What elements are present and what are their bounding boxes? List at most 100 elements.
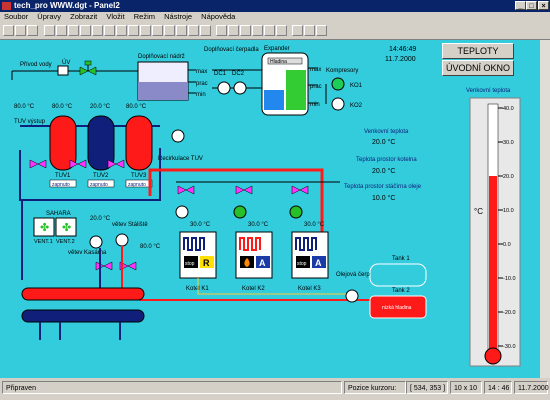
menu-rezim[interactable]: Režim xyxy=(134,12,155,21)
window-title: tech_pro WWW.dgt - Panel2 xyxy=(14,1,120,10)
maximize-button[interactable]: □ xyxy=(526,1,537,10)
uv-label: ÚV xyxy=(62,59,70,66)
tool-icon[interactable] xyxy=(140,25,151,36)
clock-date: 11.7.2000 xyxy=(385,56,416,63)
doplnovaci-nadrz-label: Doplňovací nádrž xyxy=(138,54,185,60)
uv-filter-icon[interactable] xyxy=(57,65,69,76)
pump-dc1-icon[interactable] xyxy=(217,81,231,95)
close-button[interactable]: × xyxy=(538,1,549,10)
recirkulace-pump-icon[interactable] xyxy=(171,129,185,143)
tool-icon[interactable] xyxy=(128,25,139,36)
temp-tuv3: 80.0 °C xyxy=(126,104,147,110)
teploty-button[interactable]: TEPLOTY xyxy=(442,43,514,59)
grid-size: 10 x 10 xyxy=(450,381,482,394)
tool-icon[interactable] xyxy=(276,25,287,36)
tool-icon[interactable] xyxy=(292,25,303,36)
tool-icon[interactable] xyxy=(240,25,251,36)
kotel2-mode: A xyxy=(259,258,266,268)
svg-text:✤: ✤ xyxy=(40,222,49,234)
kotel1-pump-icon[interactable] xyxy=(175,205,189,219)
cursor-position-value: [ 534, 353 ] xyxy=(406,381,448,394)
branch-pump-2-icon[interactable] xyxy=(115,233,129,247)
vent1-label: VENT.1 xyxy=(34,239,53,245)
vetev-stalisko-label: větev Stáliště xyxy=(112,222,148,228)
uvodni-okno-button[interactable]: ÚVODNÍ OKNO xyxy=(442,60,514,76)
branch-valve-1-icon[interactable] xyxy=(95,261,113,271)
menu-bar: Soubor Úpravy Zobrazit Vložit Režim Nást… xyxy=(0,12,550,22)
dc1-label: DČ1 xyxy=(214,70,227,77)
vertical-scrollbar[interactable] xyxy=(540,40,550,378)
tool-icon[interactable] xyxy=(228,25,239,36)
kotel2-valve-icon[interactable] xyxy=(235,185,253,195)
tool-icon[interactable] xyxy=(252,25,263,36)
compressor-ko1-icon[interactable] xyxy=(331,77,345,91)
doplnovaci-cerpadla-label: Doplňovací čerpadla xyxy=(204,47,259,53)
status-message: Připraven xyxy=(2,381,342,394)
tuv3-valve-icon[interactable] xyxy=(107,159,125,169)
thermometer-tick-label: -20.0 xyxy=(503,310,516,316)
tool-icon[interactable] xyxy=(80,25,91,36)
sahara-label: SAHARA xyxy=(46,211,71,217)
cold-header xyxy=(21,309,145,323)
tuv1-status-text: zapnuto xyxy=(52,182,70,188)
privod-vody-label: Přívod vody xyxy=(20,62,52,68)
pointer-icon[interactable] xyxy=(44,25,55,36)
thermometer-tick-label: 30.0 xyxy=(503,140,514,146)
tool-icon[interactable] xyxy=(56,25,67,36)
tuv3-tank[interactable] xyxy=(125,115,153,171)
kotel1-valve-icon[interactable] xyxy=(177,185,195,195)
tool-icon[interactable] xyxy=(200,25,211,36)
new-icon[interactable] xyxy=(3,25,14,36)
menu-soubor[interactable]: Soubor xyxy=(4,12,28,21)
menu-napoveda[interactable]: Nápověda xyxy=(201,12,235,21)
kotel3-stop: stop xyxy=(297,261,307,267)
menu-upravy[interactable]: Úpravy xyxy=(37,12,61,21)
expander-prac-label: prac xyxy=(310,84,322,90)
pump-dc2-icon[interactable] xyxy=(233,81,247,95)
tuv2-valve-icon[interactable] xyxy=(69,159,87,169)
teplota-kotelna-label: Teplota prostor kotelna xyxy=(356,157,417,163)
open-icon[interactable] xyxy=(15,25,26,36)
tool-icon[interactable] xyxy=(152,25,163,36)
branch-pump-1-icon[interactable] xyxy=(89,235,103,249)
tank2-status: nízká hladina xyxy=(382,305,412,311)
tank-min-label: min xyxy=(196,92,206,98)
temp-kotel1: 30.0 °C xyxy=(190,222,211,228)
help-icon[interactable] xyxy=(316,25,327,36)
minimize-button[interactable]: _ xyxy=(515,1,526,10)
temp-tuv2: 20.0 °C xyxy=(90,104,111,110)
tool-icon[interactable] xyxy=(164,25,175,36)
kotel1-stop: stop xyxy=(185,261,195,267)
dc2-label: DČ2 xyxy=(232,70,245,77)
oil-pump-icon[interactable] xyxy=(345,289,359,303)
tool-icon[interactable] xyxy=(264,25,275,36)
kompresory-label: Kompresory xyxy=(326,68,358,74)
ko2-label: KO2 xyxy=(350,103,363,109)
tool-icon[interactable] xyxy=(92,25,103,36)
tool-icon[interactable] xyxy=(68,25,79,36)
tool-icon[interactable] xyxy=(176,25,187,36)
kotel3-label: Kotel K3 xyxy=(298,286,321,292)
cursor-position-label: Pozice kurzoru: xyxy=(344,381,406,394)
app-icon xyxy=(2,2,11,10)
menu-nastroje[interactable]: Nástroje xyxy=(164,12,192,21)
thermometer-tick-label: 40.0 xyxy=(503,106,514,112)
kotel3-valve-icon[interactable] xyxy=(291,185,309,195)
kotel3-pump-icon[interactable] xyxy=(289,205,303,219)
tuv3-status-text: zapnuto xyxy=(128,182,146,188)
kotel2-pump-icon[interactable] xyxy=(233,205,247,219)
save-icon[interactable] xyxy=(27,25,38,36)
tool-icon[interactable] xyxy=(116,25,127,36)
compressor-ko2-icon[interactable] xyxy=(331,97,345,111)
tool-icon[interactable] xyxy=(188,25,199,36)
tuv1-valve-icon[interactable] xyxy=(29,159,47,169)
expander-max-label: max xyxy=(310,67,321,73)
menu-vlozit[interactable]: Vložit xyxy=(106,12,124,21)
text-tool-icon[interactable] xyxy=(104,25,115,36)
thermometer-tick-label: -10.0 xyxy=(503,276,516,282)
tool-icon[interactable] xyxy=(216,25,227,36)
menu-zobrazit[interactable]: Zobrazit xyxy=(70,12,97,21)
tool-icon[interactable] xyxy=(304,25,315,36)
temp-kotel3: 30.0 °C xyxy=(304,222,325,228)
thermometer-tick-label: 0.0 xyxy=(503,242,511,248)
